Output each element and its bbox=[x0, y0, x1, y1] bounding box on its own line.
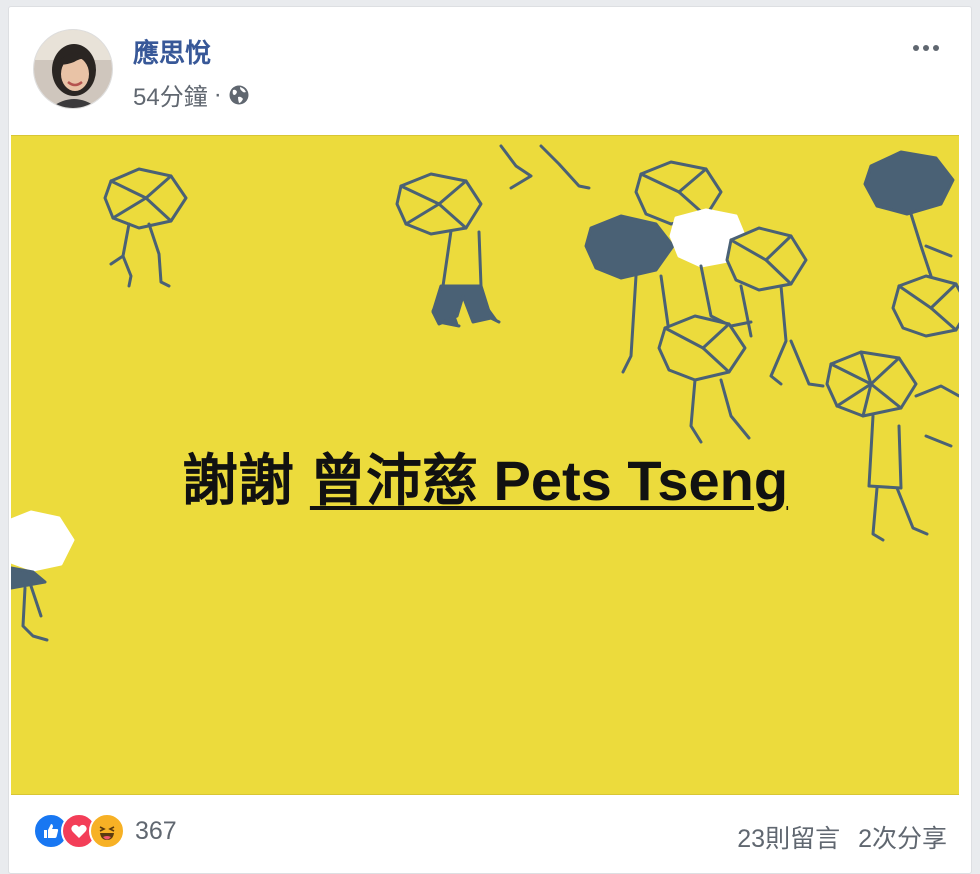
haha-icon bbox=[89, 813, 125, 849]
post-timestamp[interactable]: 54分鐘 bbox=[133, 77, 208, 112]
meta-separator: · bbox=[213, 80, 222, 108]
post-header: 應思悅 54分鐘 · bbox=[9, 7, 971, 135]
comments-count-link[interactable]: 23則留言 bbox=[737, 819, 840, 855]
post-meta: 54分鐘 · bbox=[133, 77, 250, 112]
reactions-summary[interactable]: 367 bbox=[33, 813, 177, 849]
more-options-icon[interactable] bbox=[907, 39, 945, 57]
reaction-count: 367 bbox=[135, 816, 177, 845]
globe-icon[interactable] bbox=[228, 84, 250, 106]
tagged-person-link[interactable]: 曾沛慈 Pets Tseng bbox=[310, 449, 788, 512]
post-card: 應思悅 54分鐘 · 謝謝 曾沛慈 Pets Tseng 367 23則留言 2… bbox=[8, 6, 972, 874]
author-name[interactable]: 應思悅 bbox=[133, 33, 211, 70]
author-avatar[interactable] bbox=[33, 29, 113, 109]
post-footer: 367 23則留言 2次分享 bbox=[9, 803, 971, 863]
post-image-banner[interactable]: 謝謝 曾沛慈 Pets Tseng bbox=[11, 135, 959, 795]
banner-caption: 謝謝 曾沛慈 Pets Tseng bbox=[11, 436, 959, 517]
shares-count-link[interactable]: 2次分享 bbox=[858, 819, 947, 855]
engagement-stats: 23則留言 2次分享 bbox=[737, 819, 947, 855]
thanks-text: 謝謝 bbox=[181, 449, 294, 512]
